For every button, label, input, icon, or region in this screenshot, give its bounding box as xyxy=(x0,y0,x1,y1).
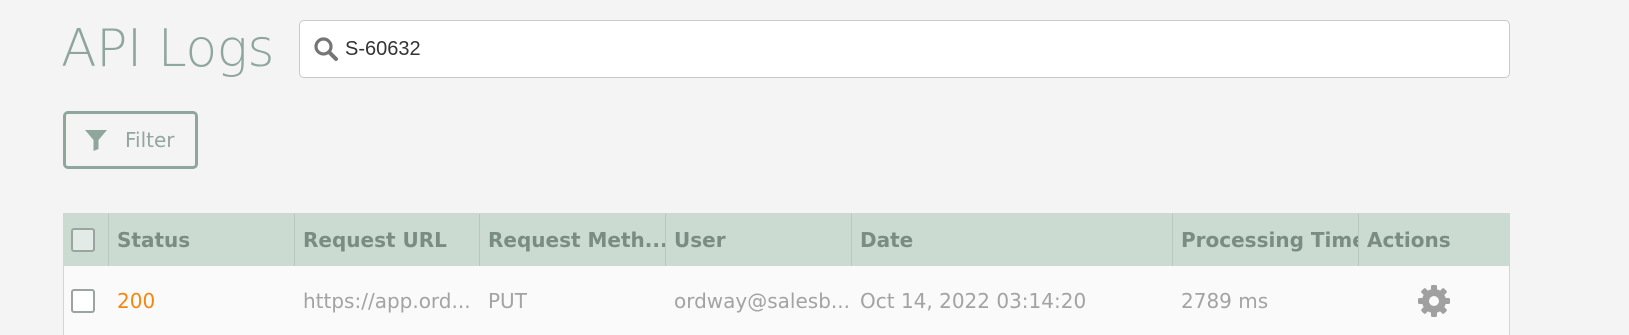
filter-icon xyxy=(84,128,108,152)
page-title: API Logs xyxy=(61,19,274,79)
filter-button[interactable]: Filter xyxy=(63,111,198,169)
column-header-user[interactable]: User xyxy=(666,214,852,266)
table-header: Status Request URL Request Meth... User … xyxy=(64,214,1509,266)
search-box[interactable] xyxy=(299,20,1510,78)
column-header-processing-time[interactable]: Processing Time xyxy=(1173,214,1359,266)
search-input[interactable] xyxy=(345,29,1509,69)
request-url-text: https://app.ord... xyxy=(303,289,471,313)
select-all-checkbox[interactable] xyxy=(71,228,95,252)
header-select-all-cell xyxy=(64,214,109,266)
column-header-request-url[interactable]: Request URL xyxy=(295,214,480,266)
column-header-date[interactable]: Date xyxy=(852,214,1173,266)
request-url-cell: https://app.ord... xyxy=(295,266,480,335)
status-cell: 200 xyxy=(117,289,156,313)
search-icon xyxy=(311,34,341,64)
column-header-status[interactable]: Status xyxy=(109,214,295,266)
column-header-request-method[interactable]: Request Meth... xyxy=(480,214,666,266)
request-method-cell: PUT xyxy=(488,289,527,313)
processing-time-cell: 2789 ms xyxy=(1181,289,1269,313)
row-select-cell xyxy=(64,266,109,335)
user-cell: ordway@salesb... xyxy=(666,266,852,335)
actions-cell xyxy=(1359,266,1509,335)
date-cell: Oct 14, 2022 03:14:20 xyxy=(860,289,1087,313)
row-checkbox[interactable] xyxy=(71,289,95,313)
api-logs-table: Status Request URL Request Meth... User … xyxy=(63,213,1510,335)
gear-icon[interactable] xyxy=(1416,283,1452,319)
table-row[interactable]: 200 https://app.ord... PUT ordway@salesb… xyxy=(64,266,1509,335)
filter-label: Filter xyxy=(125,128,175,152)
api-logs-page: API Logs Filter Status Request URL Reque… xyxy=(0,0,1629,335)
user-text: ordway@salesb... xyxy=(674,289,850,313)
column-header-actions: Actions xyxy=(1367,228,1451,252)
